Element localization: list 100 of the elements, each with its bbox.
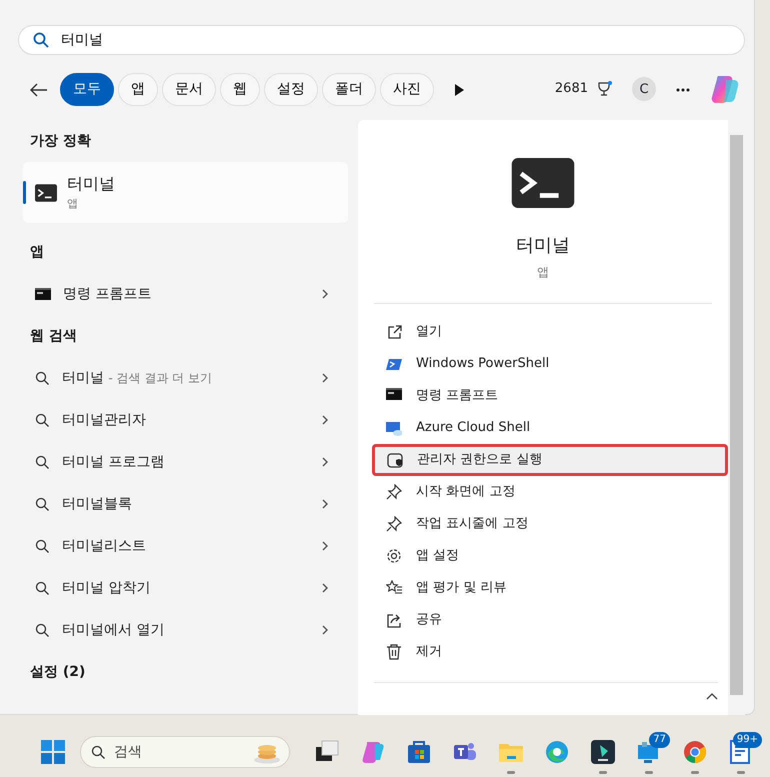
running-indicator [737, 771, 745, 774]
action-label: 제거 [416, 643, 442, 662]
settings-icon [386, 548, 402, 564]
copilot-button[interactable] [710, 74, 740, 104]
chevron-right-icon [320, 288, 330, 300]
action-label: 관리자 권한으로 실행 [417, 451, 542, 470]
search-placeholder: 검색 [114, 742, 143, 762]
star-list-icon [386, 580, 402, 596]
search-field[interactable]: 터미널 [18, 25, 745, 55]
action-label: 열기 [416, 323, 442, 342]
taskbar-app[interactable]: 77 [626, 730, 672, 774]
action-item[interactable]: 앱 평가 및 리뷰 [372, 572, 728, 604]
section-heading: 가장 정확 [29, 132, 92, 150]
chevron-right-icon [320, 372, 330, 384]
chevron-up-icon [706, 692, 718, 700]
chevron-right-icon [320, 414, 330, 426]
action-item[interactable]: 열기 [372, 316, 728, 348]
notification-badge: 77 [649, 732, 670, 748]
section-heading: 앱 [29, 242, 45, 262]
action-item[interactable]: Windows PowerShell [372, 348, 728, 380]
running-indicator [691, 771, 699, 774]
store-icon [406, 739, 432, 765]
search-icon [35, 454, 50, 470]
filter-tab[interactable]: 사진 [380, 72, 434, 106]
web-result[interactable]: 터미널 - 검색 결과 더 보기 [20, 357, 350, 399]
browser-icon [544, 739, 570, 765]
copilot-icon [710, 74, 740, 104]
search-icon [33, 32, 49, 48]
action-item[interactable]: Azure Cloud Shell [372, 412, 728, 444]
result-title: 터미널 압착기 [62, 580, 150, 596]
search-icon [35, 370, 50, 386]
notification-badge: 99+ [732, 732, 762, 748]
web-result[interactable]: 터미널 압착기 [20, 567, 350, 609]
result-title: 터미널관리자 [62, 412, 146, 428]
filter-tab[interactable]: 폴더 [322, 72, 376, 106]
result-type: 앱 [67, 196, 79, 212]
shield-window-icon [387, 452, 403, 468]
best-match-item[interactable]: 터미널 앱 [23, 162, 348, 223]
share-icon [386, 612, 402, 628]
app-type: 앱 [537, 264, 549, 281]
action-label: 공유 [416, 611, 442, 630]
running-indicator [507, 771, 515, 774]
filter-tab[interactable]: 설정 [264, 72, 318, 106]
web-result[interactable]: 터미널관리자 [20, 399, 350, 441]
chevron-right-icon [320, 582, 330, 594]
filter-tab[interactable]: 모두 [60, 72, 114, 106]
search-icon [35, 496, 50, 512]
web-result[interactable]: 터미널리스트 [20, 525, 350, 567]
action-item[interactable]: 관리자 권한으로 실행 [372, 444, 728, 476]
action-item[interactable]: 제거 [372, 636, 728, 668]
taskbar-app[interactable]: 99+ [718, 730, 764, 774]
chevron-right-icon [320, 540, 330, 552]
action-item[interactable]: 시작 화면에 고정 [372, 476, 728, 508]
action-label: 앱 평가 및 리뷰 [416, 579, 506, 598]
filter-tab[interactable]: 문서 [162, 72, 216, 106]
chrome-icon [682, 739, 708, 765]
trophy-icon [596, 81, 612, 97]
web-result[interactable]: 터미널 프로그램 [20, 441, 350, 483]
terminal-icon [35, 184, 57, 202]
terminal-icon [511, 158, 575, 208]
web-result[interactable]: 터미널블록 [20, 483, 350, 525]
editor-app-icon [590, 739, 616, 765]
powershell-icon [386, 356, 402, 372]
app-title: 터미널 [516, 234, 570, 258]
search-icon [91, 744, 106, 760]
result-title: 명령 프롬프트 [63, 286, 152, 302]
result-title: 터미널 [62, 370, 104, 386]
more-icon [676, 88, 690, 92]
search-input: 터미널 [59, 28, 659, 52]
command-prompt-icon [35, 288, 51, 300]
section-heading: 웹 검색 [29, 326, 78, 346]
points-count: 2681 [554, 80, 588, 98]
windows-logo-icon [41, 740, 65, 764]
result-title: 터미널 [67, 173, 115, 196]
back-icon [30, 82, 48, 97]
chevron-right-icon [320, 624, 330, 636]
action-label: 작업 표시줄에 고정 [416, 515, 528, 534]
action-label: 앱 설정 [416, 547, 460, 566]
pin-icon [386, 516, 402, 532]
action-item[interactable]: 공유 [372, 604, 728, 636]
action-item[interactable]: 명령 프롬프트 [372, 380, 728, 412]
running-indicator [645, 771, 653, 774]
action-item[interactable]: 작업 표시줄에 고정 [372, 508, 728, 540]
action-label: 명령 프롬프트 [416, 387, 498, 406]
account-avatar[interactable]: C [632, 77, 656, 101]
pin-icon [386, 484, 402, 500]
chevron-right-icon [320, 498, 330, 510]
filter-tab[interactable]: 앱 [118, 72, 158, 106]
search-icon [35, 580, 50, 596]
action-item[interactable]: 앱 설정 [372, 540, 728, 572]
running-indicator [599, 771, 607, 774]
action-label: 시작 화면에 고정 [416, 483, 516, 502]
app-result[interactable]: 명령 프롬프트 [20, 273, 350, 315]
web-result[interactable]: 터미널에서 열기 [20, 609, 350, 651]
search-icon [35, 538, 50, 554]
filter-tab[interactable]: 웹 [220, 72, 260, 106]
result-title: 터미널블록 [62, 496, 132, 512]
search-icon [35, 622, 50, 638]
copilot-icon [360, 739, 386, 765]
taskbar-search-field[interactable]: 검색 [80, 736, 290, 768]
